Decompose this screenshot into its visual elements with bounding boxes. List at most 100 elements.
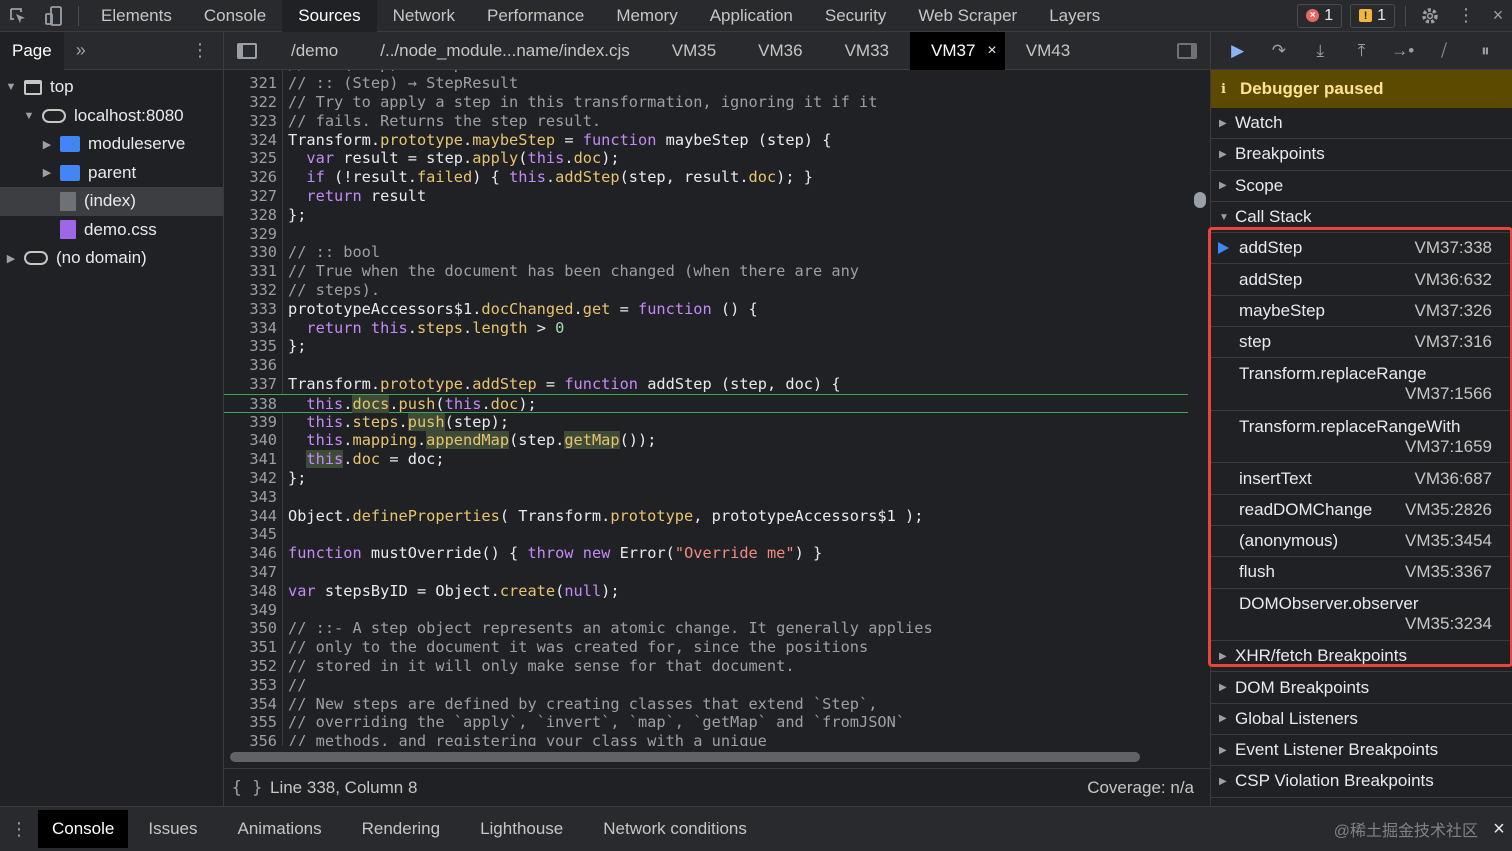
line-number[interactable]: 347 (224, 563, 277, 582)
tab-memory[interactable]: Memory (600, 0, 693, 32)
line-number[interactable]: 352 (224, 657, 277, 676)
code-line[interactable]: 341 this.doc = doc; (224, 450, 1188, 469)
tab-web-scraper[interactable]: Web Scraper (902, 0, 1033, 32)
tab-sources[interactable]: Sources (282, 0, 377, 32)
line-number[interactable]: 324 (224, 131, 277, 150)
more-tabs-icon[interactable]: » (64, 40, 98, 61)
code-editor[interactable]: 320// :: (Step) → StepResult321// :: (St… (224, 70, 1210, 746)
code-line[interactable]: 332 // steps). (224, 281, 1188, 300)
tab-security[interactable]: Security (809, 0, 902, 32)
code-line[interactable]: 330 // :: bool (224, 243, 1188, 262)
tab-elements[interactable]: Elements (85, 0, 188, 32)
code-line[interactable]: 339 this.steps.push(step); (224, 412, 1188, 432)
tree-item[interactable]: (index) (0, 187, 223, 216)
code-line[interactable]: 350 // ::- A step object represents an at… (224, 619, 1188, 638)
tab-console[interactable]: Console (188, 0, 282, 32)
code-line[interactable]: 345 (224, 525, 1188, 544)
device-toolbar-icon[interactable] (36, 0, 72, 32)
line-number[interactable]: 328 (224, 206, 277, 225)
pretty-print-icon[interactable]: { } (224, 778, 270, 798)
code-line[interactable]: 344 Object.defineProperties( Transform.pr… (224, 507, 1188, 526)
tree-item[interactable]: ▶ parent (0, 159, 223, 188)
deactivate-breakpoints-icon[interactable]: ⧸ (1431, 41, 1457, 61)
code-line[interactable]: 331 // True when the document has been ch… (224, 262, 1188, 281)
code-line[interactable]: 337 Transform.prototype.addStep = functio… (224, 375, 1188, 394)
section-xhr-fetch-breakpoints[interactable]: ▶ XHR/fetch Breakpoints (1211, 641, 1512, 673)
caret-right-icon[interactable]: ▶ (40, 166, 54, 179)
line-number[interactable]: 350 (224, 619, 277, 638)
call-frame[interactable]: addStep VM37:338 (1211, 233, 1512, 265)
drawer-tab-animations[interactable]: Animations (218, 810, 342, 848)
call-frame[interactable]: DOMObserver.observer VM35:3234 (1211, 589, 1512, 642)
call-frame-location[interactable]: VM37:1566 (1405, 384, 1492, 404)
editor-tab-vm37[interactable]: VM37 × (910, 31, 1005, 70)
line-number[interactable]: 340 (224, 431, 277, 450)
call-frame-location[interactable]: VM37:1659 (1405, 437, 1492, 457)
inspect-element-icon[interactable] (0, 0, 36, 32)
line-number[interactable]: 321 (224, 74, 277, 93)
tab-network[interactable]: Network (377, 0, 471, 32)
toggle-debugger-icon[interactable] (1164, 42, 1210, 59)
editor-tab-demo[interactable]: /demo (270, 32, 359, 70)
call-frame-location[interactable]: VM35:2826 (1405, 500, 1492, 520)
line-number[interactable]: 346 (224, 544, 277, 563)
line-number[interactable]: 338 (224, 395, 277, 414)
editor-tab-vm35[interactable]: VM35 (651, 32, 737, 70)
line-number[interactable]: 356 (224, 732, 277, 746)
code-line[interactable]: 340 this.mapping.appendMap(step.getMap()… (224, 431, 1188, 450)
caret-down-icon[interactable]: ▼ (4, 81, 18, 93)
line-number[interactable]: 335 (224, 337, 277, 356)
drawer-tab-issues[interactable]: Issues (128, 810, 217, 848)
code-line[interactable]: 355 // overriding the `apply`, `invert`, … (224, 713, 1188, 732)
horizontal-scrollbar[interactable] (224, 746, 1210, 766)
navigator-menu-icon[interactable]: ⋮ (177, 40, 223, 61)
code-line[interactable]: 335}; (224, 337, 1188, 356)
editor-tab-node-module-name-index-cjs[interactable]: /../node_module...name/index.cjs (359, 32, 650, 70)
code-line[interactable]: 351 // only to the document it was create… (224, 638, 1188, 657)
call-frame[interactable]: (anonymous) VM35:3454 (1211, 526, 1512, 558)
drawer-tab-lighthouse[interactable]: Lighthouse (460, 810, 583, 848)
step-over-icon[interactable]: ↷ (1266, 41, 1292, 61)
tab-layers[interactable]: Layers (1033, 0, 1116, 32)
tree-item[interactable]: ▼ localhost:8080 (0, 102, 223, 131)
call-frame[interactable]: maybeStep VM37:326 (1211, 296, 1512, 328)
code-line[interactable]: 349 (224, 601, 1188, 620)
line-number[interactable]: 326 (224, 168, 277, 187)
line-number[interactable]: 344 (224, 507, 277, 526)
tab-application[interactable]: Application (694, 0, 809, 32)
editor-tab-vm43[interactable]: VM43 (1005, 32, 1091, 70)
code-line[interactable]: 338 this.docs.push(this.doc); (224, 393, 1188, 414)
tree-item[interactable]: ▼ top (0, 73, 223, 102)
step-into-icon[interactable]: ⤓ (1307, 41, 1333, 61)
line-number[interactable]: 349 (224, 601, 277, 620)
code-line[interactable]: 323 // fails. Returns the step result. (224, 112, 1188, 131)
call-frame-location[interactable]: VM36:687 (1415, 469, 1493, 489)
code-line[interactable]: 327 return result (224, 187, 1188, 206)
call-frame-location[interactable]: VM37:326 (1415, 301, 1493, 321)
step-icon[interactable]: →• (1390, 41, 1416, 61)
line-number[interactable]: 342 (224, 469, 277, 488)
line-number[interactable]: 325 (224, 149, 277, 168)
line-number[interactable]: 322 (224, 93, 277, 112)
code-line[interactable]: 346 function mustOverride() { throw new E… (224, 544, 1188, 563)
caret-right-icon[interactable]: ▶ (4, 252, 18, 265)
tab-performance[interactable]: Performance (471, 0, 600, 32)
line-number[interactable]: 334 (224, 319, 277, 338)
call-frame[interactable]: Transform.replaceRange VM37:1566 (1211, 358, 1512, 411)
drawer-tab-console[interactable]: Console (38, 810, 129, 848)
section-call-stack[interactable]: ▼ Call Stack (1211, 201, 1512, 234)
tree-item[interactable]: demo.css (0, 216, 223, 245)
drawer-menu-icon[interactable]: ⋮ (0, 819, 38, 840)
resume-icon[interactable]: ▶︎ (1225, 41, 1251, 61)
code-line[interactable]: 324 Transform.prototype.maybeStep = funct… (224, 131, 1188, 150)
code-line[interactable]: 347 (224, 563, 1188, 582)
editor-tab-vm33[interactable]: VM33 (824, 32, 910, 70)
code-line[interactable]: 354 // New steps are defined by creating … (224, 695, 1188, 714)
call-frame-location[interactable]: VM35:3367 (1405, 562, 1492, 582)
caret-down-icon[interactable]: ▼ (22, 110, 36, 122)
line-number[interactable]: 353 (224, 676, 277, 695)
line-number[interactable]: 333 (224, 300, 277, 319)
line-number[interactable]: 339 (224, 413, 277, 432)
call-frame[interactable]: readDOMChange VM35:2826 (1211, 495, 1512, 526)
section-csp-violation-breakpoints[interactable]: ▶ CSP Violation Breakpoints (1211, 766, 1512, 798)
